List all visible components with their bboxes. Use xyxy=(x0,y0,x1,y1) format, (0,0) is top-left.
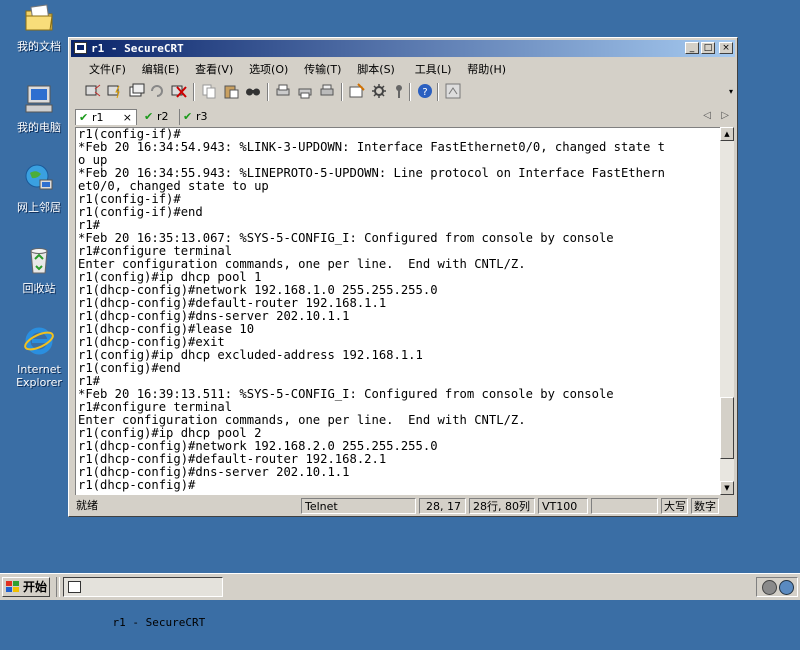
network-places-icon xyxy=(25,164,53,190)
desktop-icon-label: Internet Explorer xyxy=(16,363,62,389)
desktop-icon-my-documents[interactable]: 我的文档 xyxy=(8,2,70,53)
recycle-bin-icon xyxy=(30,248,48,274)
tab-r2[interactable]: ✔ r2 xyxy=(141,109,175,125)
help-icon[interactable]: ? xyxy=(417,83,433,99)
menu-tools[interactable]: 工具(L) xyxy=(409,59,458,79)
connected-check-icon: ✔ xyxy=(183,110,193,123)
print-icon[interactable] xyxy=(319,83,335,99)
terminal-lines: r1(config-if)# *Feb 20 16:34:54.943: %LIN… xyxy=(76,128,665,492)
network-status-icon[interactable] xyxy=(762,580,777,595)
quick-connect-icon[interactable] xyxy=(107,83,123,99)
taskbar-securecrt-button[interactable]: r1 - SecureCRT xyxy=(63,577,223,629)
scroll-up-icon[interactable]: ▲ xyxy=(720,127,734,141)
global-options-icon[interactable] xyxy=(371,83,387,99)
tab-scroll-left-icon[interactable]: ◁ xyxy=(703,110,711,121)
desktop-icon-recycle-bin[interactable]: 回收站 xyxy=(8,244,70,295)
status-protocol: Telnet xyxy=(301,498,416,514)
desktop-icon-label: 回收站 xyxy=(22,282,56,295)
taskbar-task-label: r1 - SecureCRT xyxy=(112,616,206,629)
tab-label: r2 xyxy=(157,110,169,123)
print-selection-icon[interactable] xyxy=(297,83,313,99)
start-label: 开始 xyxy=(23,580,48,594)
tab-r3[interactable]: ✔ r3 xyxy=(179,109,213,125)
sftp-icon[interactable] xyxy=(445,83,461,99)
menu-edit[interactable]: 编辑(E) xyxy=(136,59,186,79)
my-computer-icon xyxy=(25,85,53,113)
toolbar-separator xyxy=(267,83,269,101)
menu-script[interactable]: 脚本(S) xyxy=(351,59,401,79)
toolbar: ? ▾ xyxy=(75,81,733,105)
status-caps: 大写 xyxy=(661,498,688,514)
taskbar: 开始 r1 - SecureCRT xyxy=(0,573,800,629)
scroll-down-icon[interactable]: ▼ xyxy=(720,481,734,495)
status-blank xyxy=(591,498,658,514)
status-size: 28行, 80列 xyxy=(469,498,535,514)
connected-check-icon: ✔ xyxy=(144,110,154,123)
desktop-icon-label: 我的文档 xyxy=(17,40,61,53)
status-num: 数字 xyxy=(691,498,719,514)
desktop-icon-network-places[interactable]: 网上邻居 xyxy=(8,163,70,214)
securecrt-app-icon xyxy=(68,581,81,593)
desktop-icon-label: 我的电脑 xyxy=(17,121,61,134)
system-tray xyxy=(756,577,798,597)
toolbar-separator xyxy=(409,83,411,101)
terminal-scrollbar[interactable]: ▲ ▼ xyxy=(720,127,734,495)
terminal-line: r1(config-if)#end xyxy=(78,205,203,219)
status-cursor: 28, 17 xyxy=(419,498,466,514)
copy-icon[interactable] xyxy=(201,83,217,99)
toolbar-separator xyxy=(437,83,439,101)
tab-label: r1 xyxy=(92,111,104,124)
taskbar-separator xyxy=(56,577,60,597)
menu-options[interactable]: 选项(O) xyxy=(243,59,294,79)
my-documents-icon xyxy=(25,4,53,31)
svg-text:?: ? xyxy=(422,87,427,98)
connect-in-tab-icon[interactable] xyxy=(129,83,145,99)
status-state: 就绪 xyxy=(76,499,98,512)
toolbar-overflow-icon[interactable]: ▾ xyxy=(729,87,733,96)
tab-scroll-right-icon[interactable]: ▷ xyxy=(721,110,729,121)
find-icon[interactable] xyxy=(245,83,261,99)
tab-r1[interactable]: ✔ r1 × xyxy=(75,109,137,125)
desktop-icon-label: 网上邻居 xyxy=(17,201,61,214)
connect-icon[interactable] xyxy=(85,83,101,99)
reconnect-icon[interactable] xyxy=(149,83,165,99)
disconnect-icon[interactable] xyxy=(171,83,187,99)
title-bar[interactable]: r1 - SecureCRT _ □ × xyxy=(71,40,735,57)
terminal-line: r1(dhcp-config)# xyxy=(78,478,196,492)
menu-bar: 文件(F) 编辑(E) 查看(V) 选项(O) 传输(T) 脚本(S) 工具(L… xyxy=(83,59,512,77)
terminal-output[interactable]: r1(config-if)# *Feb 20 16:34:54.943: %LIN… xyxy=(75,127,720,495)
tab-label: r3 xyxy=(196,110,208,123)
desktop-icon-internet-explorer[interactable]: Internet Explorer xyxy=(8,325,70,389)
tab-close-icon[interactable]: × xyxy=(123,110,132,126)
toolbar-separator xyxy=(341,83,343,101)
status-bar: 就绪 Telnet 28, 17 28行, 80列 VT100 大写 数字 xyxy=(71,497,735,515)
session-tabs: ✔ r1 × ✔ r2 ✔ r3 ◁ ▷ xyxy=(75,108,731,126)
scrollbar-thumb[interactable] xyxy=(720,396,734,459)
menu-file[interactable]: 文件(F) xyxy=(83,59,132,79)
paste-icon[interactable] xyxy=(223,83,239,99)
session-options-icon[interactable] xyxy=(349,83,365,99)
securecrt-app-icon[interactable] xyxy=(74,42,87,54)
start-button[interactable]: 开始 xyxy=(2,577,50,597)
terminal-line: r1(config)#end xyxy=(78,361,181,375)
windows-flag-icon xyxy=(6,581,19,592)
print-setup-icon[interactable] xyxy=(275,83,291,99)
toolbar-separator xyxy=(193,83,195,101)
maximize-button[interactable]: □ xyxy=(701,42,715,54)
status-emulation: VT100 xyxy=(538,498,588,514)
menu-view[interactable]: 查看(V) xyxy=(189,59,239,79)
menu-transfer[interactable]: 传输(T) xyxy=(298,59,347,79)
keymap-icon[interactable] xyxy=(391,83,407,99)
close-button[interactable]: × xyxy=(719,42,733,54)
terminal-line: *Feb 20 16:34:54.943: %LINK-3-UPDOWN: In… xyxy=(78,140,665,154)
window-title: r1 - SecureCRT xyxy=(91,42,184,55)
securecrt-window: r1 - SecureCRT _ □ × 文件(F) 编辑(E) 查看(V) 选… xyxy=(68,37,738,517)
minimize-button[interactable]: _ xyxy=(685,42,699,54)
volume-icon[interactable] xyxy=(779,580,794,595)
menu-help[interactable]: 帮助(H) xyxy=(461,59,512,79)
internet-explorer-icon xyxy=(24,327,54,355)
connected-check-icon: ✔ xyxy=(79,111,89,124)
desktop-icon-my-computer[interactable]: 我的电脑 xyxy=(8,83,70,134)
